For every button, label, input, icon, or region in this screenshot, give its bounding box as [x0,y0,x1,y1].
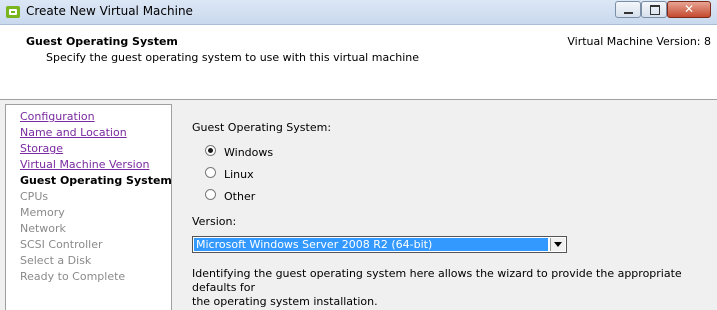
title-bar: Create New Virtual Machine ✕ [0,0,717,25]
nav-step-configuration[interactable]: Configuration [20,110,95,123]
nav-step-network: Network [20,222,66,235]
linux-radio[interactable] [205,167,216,178]
wizard-header: Guest Operating System Specify the guest… [0,25,717,100]
nav-step-memory: Memory [20,206,65,219]
nav-step-guest-operating-system: Guest Operating System [20,174,172,187]
other-radio-label[interactable]: Other [224,190,255,203]
nav-step-name-and-location[interactable]: Name and Location [20,126,127,139]
vsphere-app-icon [6,6,20,18]
window-title: Create New Virtual Machine [26,4,193,18]
version-label: Version: [192,215,237,228]
nav-step-storage[interactable]: Storage [20,142,63,155]
maximize-button[interactable] [641,1,667,18]
version-selected-value[interactable]: Microsoft Windows Server 2008 R2 (64-bit… [194,238,548,251]
minimize-button[interactable] [615,1,641,18]
description-text: Identifying the guest operating system h… [192,267,692,309]
page-title: Guest Operating System [26,35,178,48]
windows-radio-label[interactable]: Windows [224,146,273,159]
version-dropdown[interactable]: Microsoft Windows Server 2008 R2 (64-bit… [192,236,567,253]
description-line-2: the operating system installation. [192,295,378,308]
page-subtitle: Specify the guest operating system to us… [46,51,420,64]
os-group-label: Guest Operating System: [192,121,332,134]
vm-version-label: Virtual Machine Version: 8 [567,35,711,48]
description-line-1: Identifying the guest operating system h… [192,267,682,294]
linux-radio-label[interactable]: Linux [224,168,254,181]
nav-step-scsi-controller: SCSI Controller [20,238,103,251]
nav-step-virtual-machine-version[interactable]: Virtual Machine Version [20,158,149,171]
chevron-down-icon[interactable] [550,238,565,251]
nav-step-select-a-disk: Select a Disk [20,254,92,267]
nav-step-ready-to-complete: Ready to Complete [20,270,126,283]
other-radio[interactable] [205,189,216,200]
nav-step-cpus: CPUs [20,190,49,203]
windows-radio[interactable] [205,145,216,156]
close-icon: ✕ [683,2,695,16]
close-button[interactable]: ✕ [667,1,711,18]
